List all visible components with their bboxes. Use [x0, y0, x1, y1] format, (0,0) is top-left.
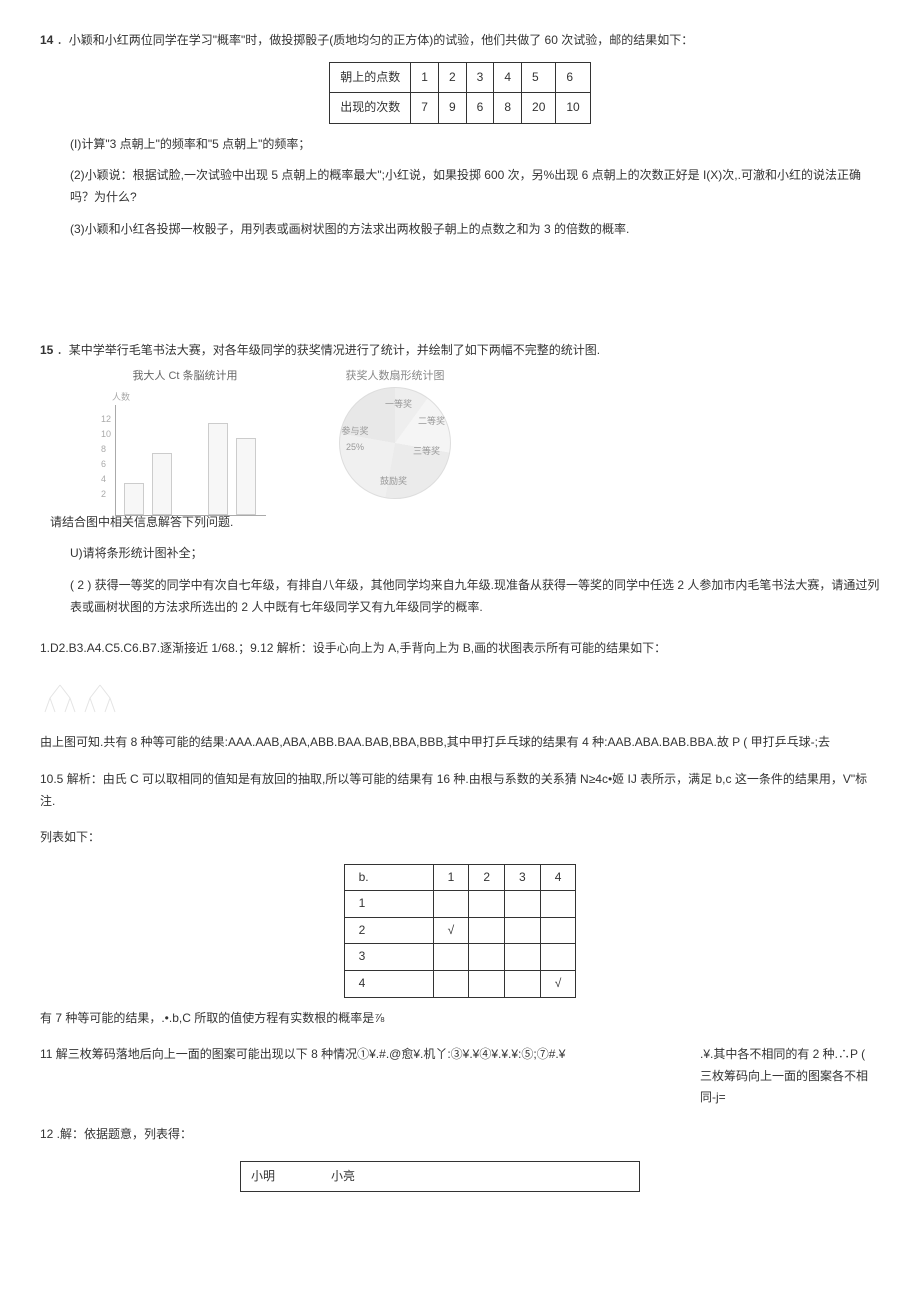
ans-line-2: 由上图可知.共有 8 种等可能的结果:AAA.AAB,ABA,ABB.BAA.B…: [40, 732, 880, 754]
t2-h5: 4: [540, 864, 576, 891]
pie-chart-title: 获奖人数扇形统计图: [310, 367, 480, 387]
ans-line-1: 1.D2.B3.A4.C5.C6.B7.逐渐接近 1/68.；9.12 解析：设…: [40, 638, 880, 660]
t2-r2c3: [469, 917, 505, 944]
ans-6-right: .¥.其中各不相同的有 2 种.∴P ( 三枚筹码向上一面的图案各不相同-j=: [700, 1044, 880, 1109]
ans-line-5: 有 7 种等可能的结果，.•.b,C 所取的值使方程有实数根的概率是⅞: [40, 1008, 880, 1030]
t2-h3: 2: [469, 864, 505, 891]
q14-t-r1c1: 朝上的点数: [330, 62, 411, 93]
pie-chart: 获奖人数扇形统计图 一等奖 二等奖 三等奖 参与奖 25% 鼓励奖: [310, 367, 480, 499]
q14-t-r2c3: 9: [438, 93, 466, 124]
q14-t-r1c2: 1: [411, 62, 439, 93]
bar-plot-area: 12 10 8 6 4 2: [115, 405, 266, 516]
q14-text: ．小颖和小红两位同学在学习"概率"时，做投掷骰子(质地均匀的正方体)的试验，他们…: [57, 33, 694, 47]
answers-section: 1.D2.B3.A4.C5.C6.B7.逐渐接近 1/68.；9.12 解析：设…: [40, 638, 880, 1192]
t3-c2: 小亮: [321, 1161, 538, 1192]
bar-5: [236, 438, 256, 515]
t2-r3c2: [433, 944, 469, 971]
ytick-2: 2: [101, 486, 106, 502]
t2-r4c4: [505, 971, 541, 998]
pie-lbl-3: 三等奖: [413, 443, 440, 459]
ytick-12: 12: [101, 411, 111, 427]
q14-number: 14: [40, 33, 53, 47]
t2-h2: 1: [433, 864, 469, 891]
question-14: 14 ．小颖和小红两位同学在学习"概率"时，做投掷骰子(质地均匀的正方体)的试验…: [40, 30, 880, 240]
q14-t-r1c6: 5: [522, 62, 556, 93]
t3-c3: [538, 1161, 639, 1192]
ans-table-3: 小明 小亮: [240, 1161, 640, 1193]
t2-r1c2: [433, 891, 469, 918]
q14-table: 朝上的点数 1 2 3 4 5 6 出现的次数 7 9 6 8 20 10: [329, 62, 590, 124]
q14-t-r2c5: 8: [494, 93, 522, 124]
q15-part2: ( 2 ) 获得一等奖的同学中有次自七年级，有排自八年级，其他同学均来自九年级.…: [40, 575, 880, 618]
t2-r4c2: [433, 971, 469, 998]
ytick-4: 4: [101, 471, 106, 487]
ans-line-7: 12 .解：依据题意，列表得：: [40, 1124, 880, 1146]
t2-r2c1: 2: [344, 917, 433, 944]
t2-r2c4: [505, 917, 541, 944]
t2-h4: 3: [505, 864, 541, 891]
pie-lbl-2: 二等奖: [418, 413, 445, 429]
t2-h1: b.: [344, 864, 433, 891]
bar-chart-title: 我大人 Ct 条脳统计用: [100, 367, 270, 387]
ans-6-left: 11 解三枚筹码落地后向上一面的图案可能出现以下 8 种情况①¥.#.@愈¥.机…: [40, 1044, 565, 1109]
bar-1: [124, 483, 144, 515]
bar-ylabel: 人数: [112, 389, 270, 405]
ytick-8: 8: [101, 441, 106, 457]
q15-text: ．某中学举行毛笔书法大赛，对各年级同学的获奖情况进行了统计，并绘制了如下两幅不完…: [57, 343, 600, 357]
pie-lbl-1: 一等奖: [385, 396, 412, 412]
bar-2: [152, 453, 172, 515]
ans-table-2: b. 1 2 3 4 1 2 √ 3 4: [344, 864, 577, 998]
q14-t-r1c5: 4: [494, 62, 522, 93]
q14-part1: (I)计算"3 点朝上"的频率和"5 点朝上"的频率；: [40, 134, 880, 156]
ytick-6: 6: [101, 456, 106, 472]
q15-part1: U)请将条形统计图补全；: [40, 543, 880, 565]
t2-r1c5: [540, 891, 576, 918]
pie-graphic: 一等奖 二等奖 三等奖 参与奖 25% 鼓励奖: [339, 387, 451, 499]
ans-line-3: 10.5 解析：由氏 C 可以取相同的值知是有放回的抽取,所以等可能的结果有 1…: [40, 769, 880, 812]
t2-r4c1: 4: [344, 971, 433, 998]
bar-4: [208, 423, 228, 515]
ytick-10: 10: [101, 426, 111, 442]
ans-line-6: 11 解三枚筹码落地后向上一面的图案可能出现以下 8 种情况①¥.#.@愈¥.机…: [40, 1044, 880, 1109]
q14-t-r1c3: 2: [438, 62, 466, 93]
q14-t-r2c4: 6: [466, 93, 494, 124]
pie-lbl-5: 鼓励奖: [380, 473, 407, 489]
pie-lbl-4: 参与奖 25%: [335, 423, 375, 455]
question-15: 15 ．某中学举行毛笔书法大赛，对各年级同学的获奖情况进行了统计，并绘制了如下两…: [40, 340, 880, 618]
bar-chart: 我大人 Ct 条脳统计用 人数 12 10 8 6 4 2: [100, 367, 270, 507]
t2-r4c5: √: [540, 971, 576, 998]
t3-c1: 小明: [241, 1161, 322, 1192]
q14-part2: (2)小颖说：根据试脸,一次试验中出现 5 点朝上的概率最大";小红说，如果投掷…: [40, 165, 880, 208]
q14-part3: (3)小颖和小红各投掷一枚骰子，用列表或画树状图的方法求出两枚骰子朝上的点数之和…: [40, 219, 880, 241]
q14-t-r2c7: 10: [556, 93, 590, 124]
q14-t-r2c6: 20: [522, 93, 556, 124]
t2-r3c4: [505, 944, 541, 971]
t2-r3c3: [469, 944, 505, 971]
q15-number: 15: [40, 343, 53, 357]
t2-r2c2: √: [433, 917, 469, 944]
q14-t-r2c2: 7: [411, 93, 439, 124]
q14-t-r1c4: 3: [466, 62, 494, 93]
t2-r1c3: [469, 891, 505, 918]
t2-r2c5: [540, 917, 576, 944]
t2-r4c3: [469, 971, 505, 998]
ans-line-4: 列表如下：: [40, 827, 880, 849]
tree-diagram-icon: [40, 680, 130, 720]
q14-t-r1c7: 6: [556, 62, 590, 93]
t2-r1c1: 1: [344, 891, 433, 918]
q14-t-r2c1: 出现的次数: [330, 93, 411, 124]
t2-r3c1: 3: [344, 944, 433, 971]
t2-r3c5: [540, 944, 576, 971]
t2-r1c4: [505, 891, 541, 918]
